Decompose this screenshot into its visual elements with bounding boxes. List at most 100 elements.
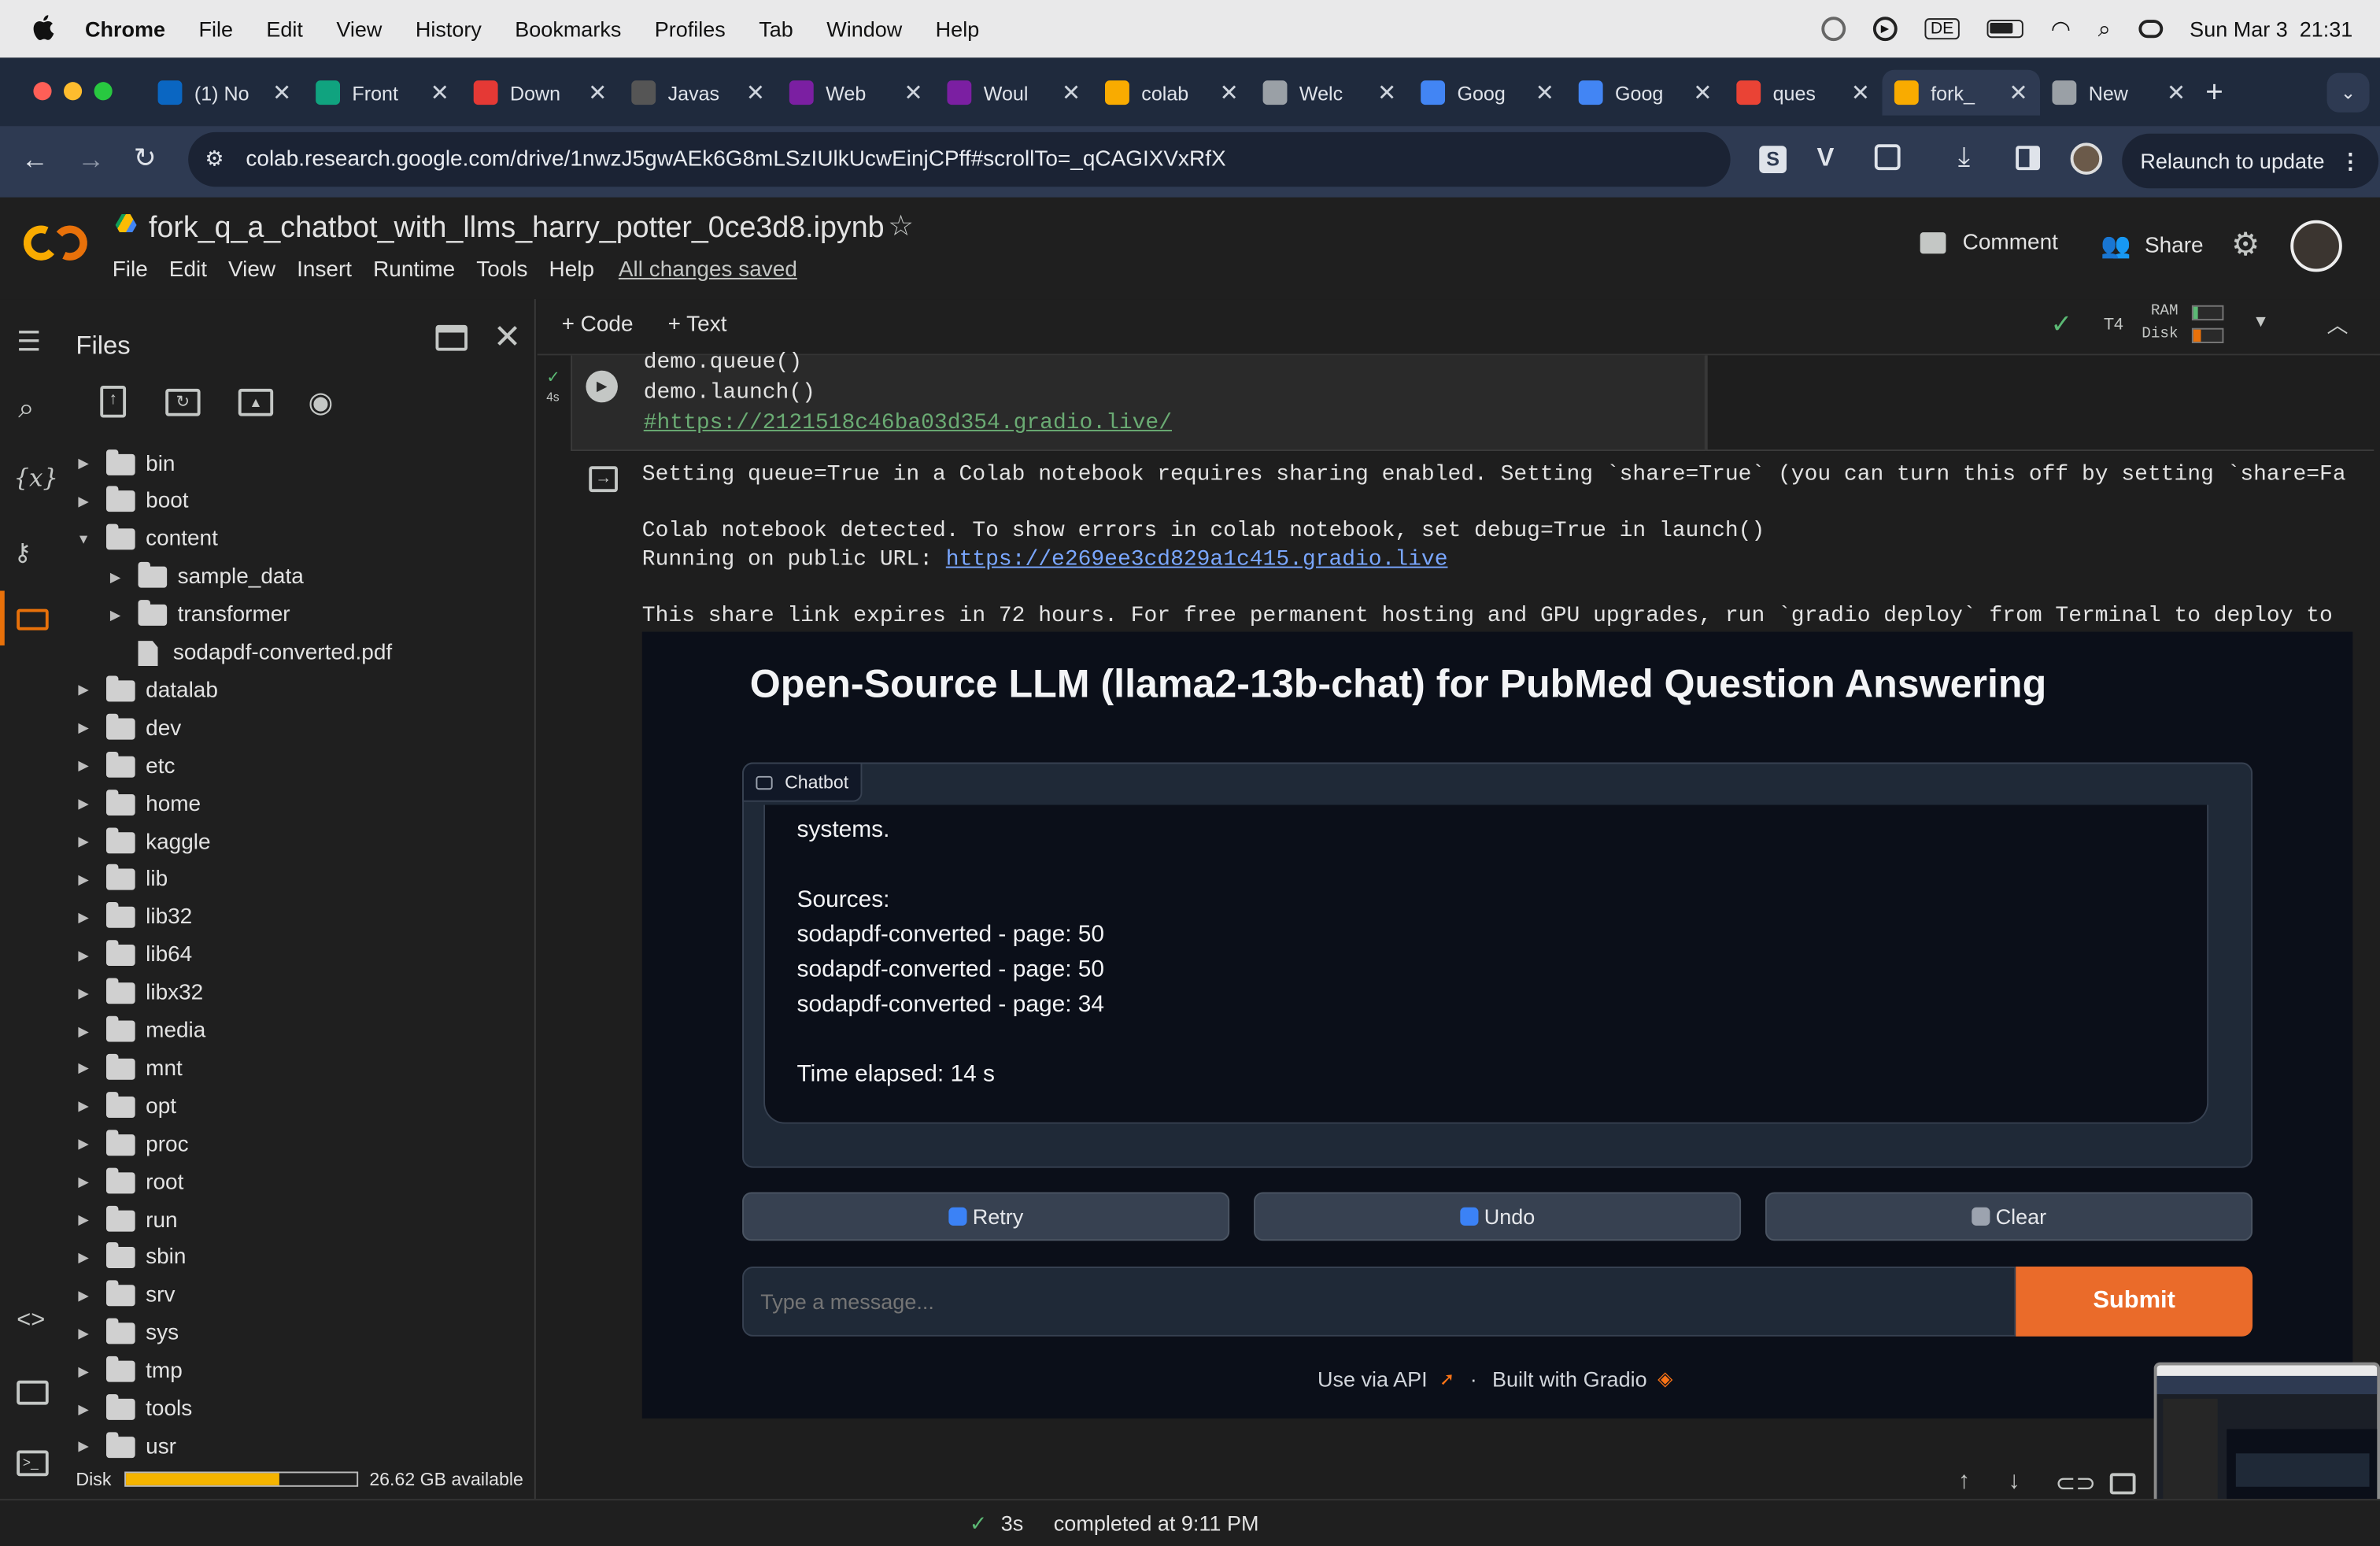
- reload-icon[interactable]: ↻: [134, 142, 157, 175]
- new-tab-plus-icon[interactable]: +: [2205, 76, 2223, 110]
- close-tab-icon[interactable]: ✕: [1377, 79, 1396, 106]
- browser-tab[interactable]: Welc ✕: [1251, 70, 1409, 116]
- file-tree-folder[interactable]: ▶ etc: [64, 748, 536, 786]
- browser-tab[interactable]: fork_ ✕: [1882, 69, 2041, 116]
- add-code-button[interactable]: + Code: [562, 313, 634, 337]
- menubar-clock[interactable]: Sun Mar 3 21:31: [2190, 17, 2352, 41]
- colab-menu-tools[interactable]: Tools: [476, 258, 527, 283]
- cell-down-arrow-icon[interactable]: ↓: [2009, 1469, 2020, 1496]
- upload-file-icon[interactable]: ↑: [100, 386, 127, 418]
- minimize-window-button[interactable]: [64, 82, 83, 101]
- caret-right-icon[interactable]: ▶: [76, 720, 91, 737]
- file-tree-folder[interactable]: ▶ srv: [64, 1277, 536, 1315]
- relaunch-to-update-button[interactable]: Relaunch to update ⋮: [2122, 133, 2379, 189]
- menubar-window[interactable]: Window: [826, 17, 902, 41]
- caret-right-icon[interactable]: ▶: [76, 1098, 91, 1115]
- caret-right-icon[interactable]: ▶: [76, 834, 91, 850]
- run-cell-button[interactable]: ▶: [586, 370, 618, 403]
- extensions-puzzle-icon[interactable]: [1874, 144, 1901, 171]
- close-tab-icon[interactable]: ✕: [272, 79, 291, 106]
- file-tree-folder[interactable]: ▶ home: [64, 786, 536, 823]
- browser-tab[interactable]: Goog ✕: [1409, 70, 1567, 116]
- notebook-title[interactable]: fork_q_a_chatbot_with_llms_harry_potter_…: [149, 211, 885, 246]
- colab-menu-runtime[interactable]: Runtime: [373, 258, 455, 283]
- close-tab-icon[interactable]: ✕: [1693, 79, 1712, 106]
- colab-menu-edit[interactable]: Edit: [169, 258, 207, 283]
- add-text-button[interactable]: + Text: [668, 313, 727, 337]
- retry-button[interactable]: Retry: [742, 1192, 1230, 1241]
- file-tree-folder[interactable]: ▶ kaggle: [64, 823, 536, 861]
- caret-right-icon[interactable]: ▶: [108, 569, 123, 586]
- table-of-contents-icon[interactable]: ☰: [17, 327, 41, 359]
- caret-right-icon[interactable]: ▶: [76, 871, 91, 888]
- browser-tab[interactable]: Javas ✕: [619, 70, 778, 116]
- close-tab-icon[interactable]: ✕: [1536, 79, 1554, 106]
- screen-record-icon[interactable]: [1820, 17, 1846, 42]
- menubar-app-name[interactable]: Chrome: [85, 17, 165, 41]
- comment-button[interactable]: Comment: [1920, 231, 2058, 255]
- caret-right-icon[interactable]: ▶: [76, 1174, 91, 1191]
- saved-status[interactable]: All changes saved: [619, 258, 797, 283]
- caret-right-icon[interactable]: ▶: [76, 1060, 91, 1077]
- file-tree-folder[interactable]: ▶ datalab: [64, 672, 536, 710]
- extension-v-icon[interactable]: V: [1817, 142, 1835, 173]
- file-tree-folder[interactable]: ▶ libx32: [64, 975, 536, 1012]
- close-panel-icon[interactable]: ✕: [493, 317, 522, 357]
- caret-down-icon[interactable]: ▼: [76, 532, 91, 547]
- file-tree-folder[interactable]: ▶ sys: [64, 1315, 536, 1352]
- download-icon[interactable]: ⤓: [1958, 141, 1970, 173]
- browser-tab[interactable]: Down ✕: [461, 70, 619, 116]
- caret-right-icon[interactable]: ▶: [76, 1023, 91, 1039]
- message-input[interactable]: [742, 1267, 2016, 1337]
- play-icon[interactable]: ▶: [1872, 17, 1898, 42]
- variables-icon[interactable]: {x}: [13, 463, 58, 492]
- close-tab-icon[interactable]: ✕: [1219, 79, 1238, 106]
- settings-gear-icon[interactable]: ⚙: [2231, 226, 2260, 264]
- profile-avatar-icon[interactable]: [2070, 142, 2103, 175]
- terminal-icon[interactable]: >_: [17, 1450, 49, 1477]
- browser-tab[interactable]: colab ✕: [1093, 70, 1251, 116]
- file-tree-folder[interactable]: ▶ transformer: [64, 596, 536, 634]
- close-tab-icon[interactable]: ✕: [1062, 79, 1081, 106]
- file-tree-folder[interactable]: ▶ sample_data: [64, 558, 536, 596]
- file-tree-folder[interactable]: ▶ run: [64, 1201, 536, 1239]
- code-content[interactable]: demo.queue() demo.launch() #https://2121…: [644, 348, 1172, 439]
- user-avatar[interactable]: [2290, 220, 2342, 272]
- file-tree-folder[interactable]: ▶ lib: [64, 861, 536, 899]
- file-tree-folder[interactable]: ▶ tools: [64, 1390, 536, 1428]
- menubar-edit[interactable]: Edit: [266, 17, 303, 41]
- close-tab-icon[interactable]: ✕: [431, 79, 449, 106]
- extension-s-icon[interactable]: S: [1759, 146, 1787, 173]
- caret-right-icon[interactable]: ▶: [76, 494, 91, 510]
- menubar-history[interactable]: History: [416, 17, 482, 41]
- maximize-window-button[interactable]: [94, 82, 113, 101]
- caret-right-icon[interactable]: ▶: [76, 796, 91, 812]
- battery-icon[interactable]: [1986, 20, 2024, 39]
- wifi-icon[interactable]: ◠: [2051, 15, 2071, 43]
- file-tree-folder[interactable]: ▶ mnt: [64, 1050, 536, 1088]
- close-tab-icon[interactable]: ✕: [2009, 79, 2027, 106]
- built-with-gradio-link[interactable]: Built with Gradio: [1492, 1367, 1647, 1391]
- submit-button[interactable]: Submit: [2016, 1267, 2253, 1337]
- file-tree-folder[interactable]: ▶ bin: [64, 445, 536, 483]
- menubar-profiles[interactable]: Profiles: [655, 17, 726, 41]
- address-bar[interactable]: ⚙ colab.research.google.com/drive/1nwzJ5…: [188, 131, 1731, 187]
- code-snippets-icon[interactable]: <>: [17, 1307, 45, 1335]
- status-completed[interactable]: completed at 9:11 PM: [1054, 1511, 1259, 1536]
- back-arrow-icon[interactable]: ←: [21, 144, 49, 176]
- menubar-tab[interactable]: Tab: [759, 17, 793, 41]
- caret-right-icon[interactable]: ▶: [76, 985, 91, 1001]
- cell-up-arrow-icon[interactable]: ↑: [1958, 1469, 1970, 1496]
- browser-tab[interactable]: Woul ✕: [935, 70, 1093, 116]
- menubar-bookmarks[interactable]: Bookmarks: [515, 17, 621, 41]
- side-panel-icon[interactable]: [2016, 146, 2041, 171]
- file-tree-folder[interactable]: ▶ root: [64, 1163, 536, 1201]
- colab-menu-file[interactable]: File: [113, 258, 148, 283]
- open-in-tab-icon[interactable]: [435, 324, 468, 351]
- colab-menu-help[interactable]: Help: [549, 258, 595, 283]
- close-tab-icon[interactable]: ✕: [588, 79, 607, 106]
- undo-button[interactable]: Undo: [1254, 1192, 1742, 1241]
- caret-right-icon[interactable]: ▶: [76, 456, 91, 472]
- close-tab-icon[interactable]: ✕: [746, 79, 765, 106]
- caret-right-icon[interactable]: ▶: [76, 1288, 91, 1304]
